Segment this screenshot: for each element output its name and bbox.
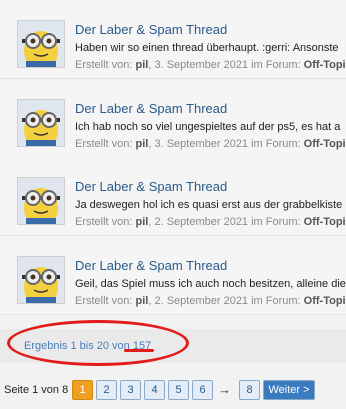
result-title-link[interactable]: Der Laber & Spam Thread	[75, 101, 227, 116]
result-title-link[interactable]: Der Laber & Spam Thread	[75, 258, 227, 273]
next-page-button[interactable]: Weiter >	[263, 380, 315, 400]
forum-link[interactable]: Off-Topic	[304, 295, 346, 307]
red-annotation-underline	[124, 349, 154, 352]
forum-link[interactable]: Off-Topic	[304, 59, 346, 71]
result-meta: Erstellt von: pil, 2. September 2021 im …	[75, 295, 346, 307]
user-avatar[interactable]	[17, 177, 65, 225]
forum-link[interactable]: Off-Topic	[304, 216, 346, 228]
result-excerpt: Geil, das Spiel muss ich auch noch besit…	[75, 278, 346, 290]
page-button-2[interactable]: 2	[96, 380, 117, 400]
page-button-4[interactable]: 4	[144, 380, 165, 400]
meta-prefix: Erstellt von:	[75, 295, 136, 307]
page-button-1[interactable]: 1	[72, 380, 93, 400]
forum-link[interactable]: Off-Topic	[304, 138, 346, 150]
list-item: Der Laber & Spam Thread Ich hab noch so …	[0, 79, 346, 158]
result-title-link[interactable]: Der Laber & Spam Thread	[75, 22, 227, 37]
meta-date: , 2. September 2021 im Forum:	[148, 295, 304, 307]
minion-avatar-icon	[18, 100, 64, 146]
red-annotation-circle	[7, 320, 189, 366]
author-link[interactable]: pil	[136, 295, 149, 307]
result-excerpt: Ja deswegen hol ich es quasi erst aus de…	[75, 199, 343, 211]
page-button-3[interactable]: 3	[120, 380, 141, 400]
list-item: Der Laber & Spam Thread Haben wir so ein…	[0, 0, 346, 79]
skip-arrow-icon: →	[218, 382, 231, 397]
minion-avatar-icon	[18, 21, 64, 67]
page-button-6[interactable]: 6	[192, 380, 213, 400]
result-meta: Erstellt von: pil, 3. September 2021 im …	[75, 59, 346, 71]
result-title-link[interactable]: Der Laber & Spam Thread	[75, 179, 227, 194]
page-indicator: Seite 1 von 8	[4, 384, 69, 396]
author-link[interactable]: pil	[136, 138, 149, 150]
user-avatar[interactable]	[17, 99, 65, 147]
meta-prefix: Erstellt von:	[75, 216, 136, 228]
list-item: Der Laber & Spam Thread Geil, das Spiel …	[0, 236, 346, 315]
result-excerpt: Ich hab noch so viel ungespieltes auf de…	[75, 121, 341, 133]
minion-avatar-icon	[18, 178, 64, 224]
author-link[interactable]: pil	[136, 216, 149, 228]
meta-date: , 3. September 2021 im Forum:	[148, 59, 304, 71]
page-button-5[interactable]: 5	[168, 380, 189, 400]
user-avatar[interactable]	[17, 20, 65, 68]
user-avatar[interactable]	[17, 256, 65, 304]
author-link[interactable]: pil	[136, 59, 149, 71]
result-meta: Erstellt von: pil, 3. September 2021 im …	[75, 138, 346, 150]
result-meta: Erstellt von: pil, 2. September 2021 im …	[75, 216, 346, 228]
page-button-last[interactable]: 8	[239, 380, 260, 400]
minion-avatar-icon	[18, 257, 64, 303]
list-item: Der Laber & Spam Thread Ja deswegen hol …	[0, 157, 346, 236]
result-excerpt: Haben wir so einen thread überhaupt. :ge…	[75, 42, 339, 54]
meta-date: , 2. September 2021 im Forum:	[148, 216, 304, 228]
meta-prefix: Erstellt von:	[75, 59, 136, 71]
pagination: Seite 1 von 8 1 2 3 4 5 6 → 8 Weiter >	[0, 380, 346, 400]
meta-date: , 3. September 2021 im Forum:	[148, 138, 304, 150]
meta-prefix: Erstellt von:	[75, 138, 136, 150]
